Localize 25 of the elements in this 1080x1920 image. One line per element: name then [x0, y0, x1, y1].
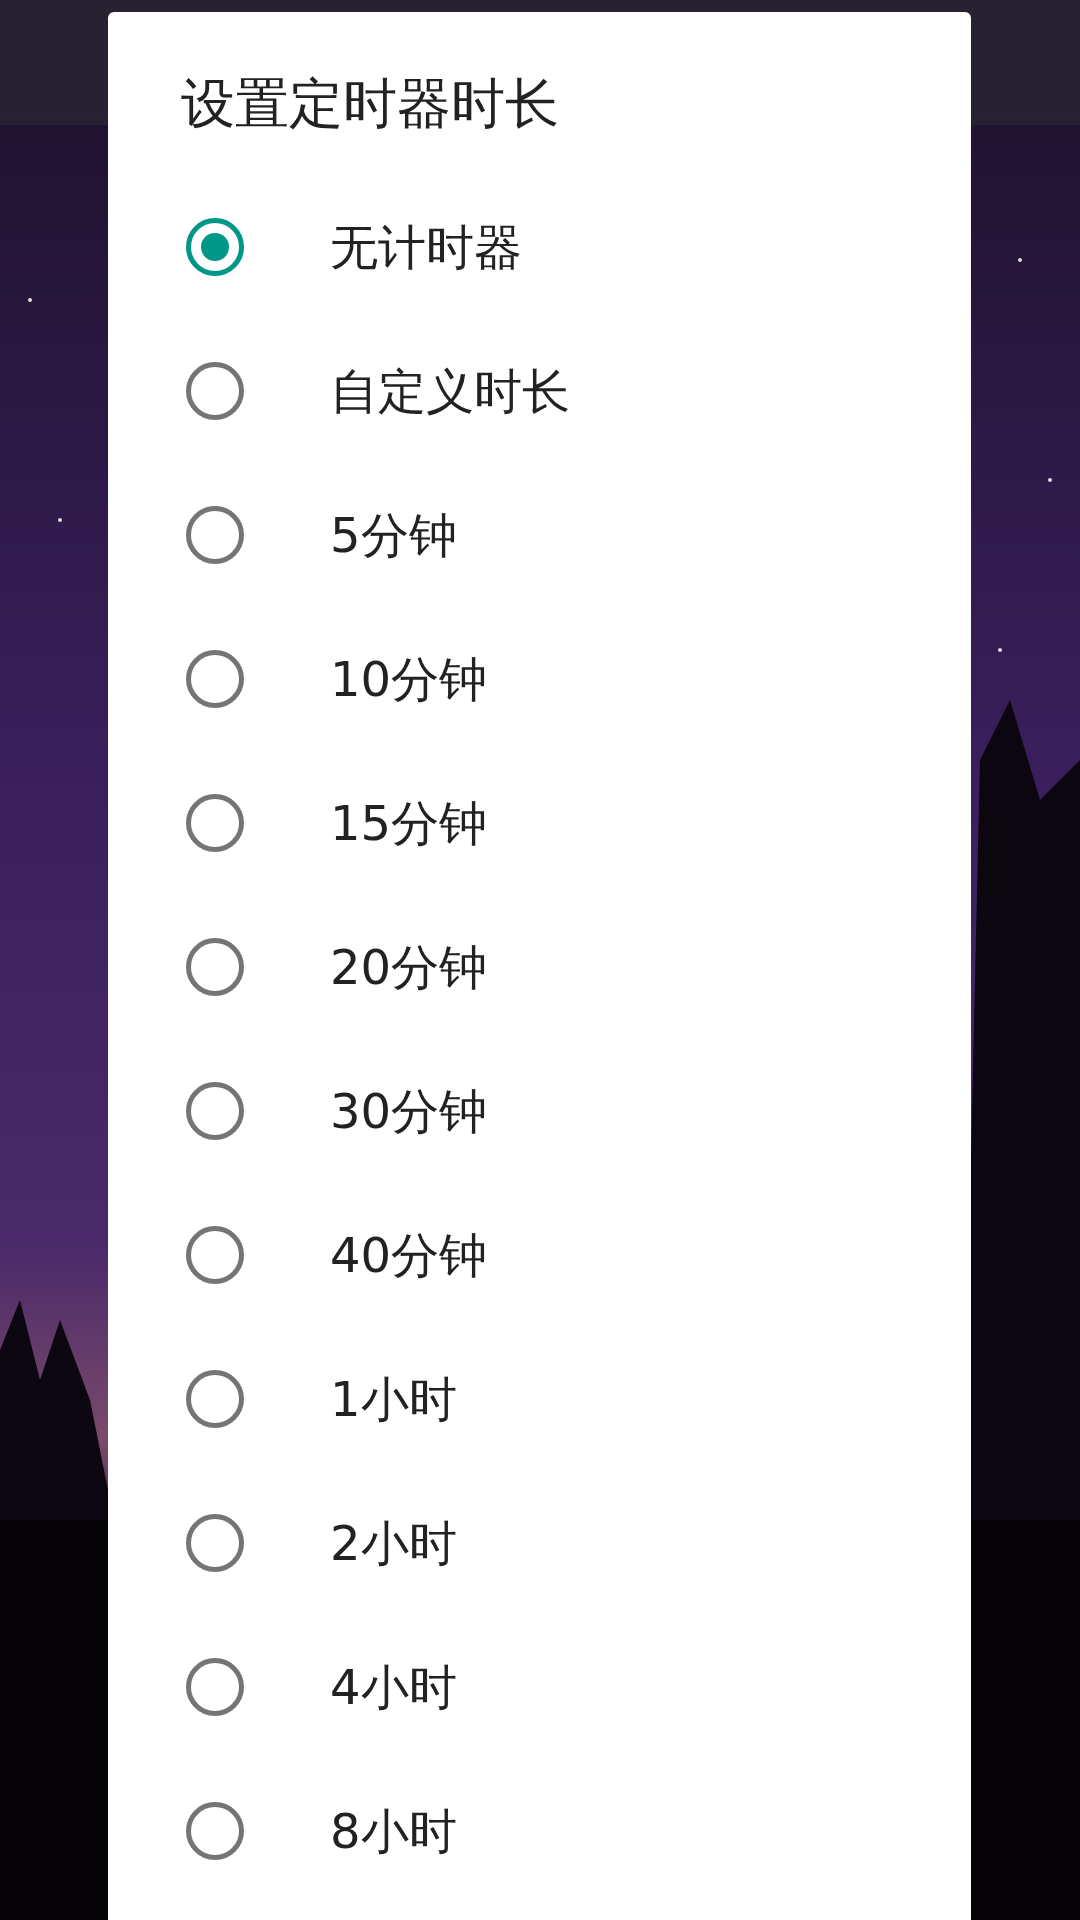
radio-button[interactable] — [186, 1801, 244, 1860]
option-label[interactable]: 20分钟 — [330, 930, 488, 1003]
radio-button[interactable] — [186, 1081, 244, 1140]
option-label[interactable]: 40分钟 — [330, 1218, 488, 1291]
option-label[interactable]: 15分钟 — [330, 786, 488, 859]
radio-button[interactable] — [186, 937, 244, 996]
radio-button[interactable] — [186, 793, 244, 852]
option-label[interactable]: 8小时 — [330, 1794, 457, 1867]
option-label[interactable]: 30分钟 — [330, 1074, 488, 1147]
radio-button[interactable] — [186, 1657, 244, 1716]
option-label[interactable]: 1小时 — [330, 1362, 457, 1435]
option-label[interactable]: 10分钟 — [330, 642, 488, 715]
radio-button[interactable] — [186, 649, 244, 708]
option-label[interactable]: 4小时 — [330, 1650, 457, 1723]
radio-button[interactable] — [186, 505, 244, 564]
option-label[interactable]: 5分钟 — [330, 498, 457, 571]
radio-button[interactable] — [186, 217, 244, 276]
option-label[interactable]: 自定义时长 — [330, 354, 570, 427]
radio-button[interactable] — [186, 361, 244, 420]
radio-button[interactable] — [186, 1513, 244, 1572]
option-label[interactable]: 无计时器 — [330, 210, 522, 283]
radio-button[interactable] — [186, 1225, 244, 1284]
dialog-title: 设置定时器时长 — [180, 71, 560, 137]
radio-button[interactable] — [186, 1369, 244, 1428]
option-label[interactable]: 2小时 — [330, 1506, 457, 1579]
